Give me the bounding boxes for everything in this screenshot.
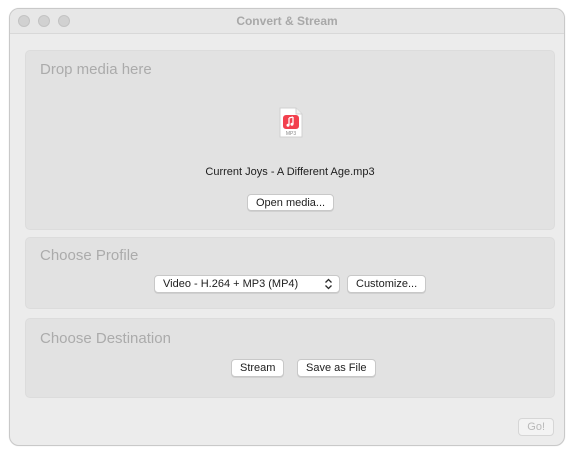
- choose-destination-heading: Choose Destination: [40, 330, 171, 347]
- profile-select[interactable]: Video - H.264 + MP3 (MP4): [154, 275, 340, 293]
- profile-select-value: Video - H.264 + MP3 (MP4): [163, 278, 299, 290]
- convert-stream-window: Convert & Stream Drop media here MP3 Cur…: [9, 8, 565, 446]
- save-as-file-button[interactable]: Save as File: [297, 359, 376, 377]
- choose-profile-heading: Choose Profile: [40, 247, 139, 264]
- drop-media-panel[interactable]: Drop media here MP3 Current Joys - A Dif…: [25, 50, 555, 230]
- file-type-label: MP3: [286, 131, 297, 137]
- go-button[interactable]: Go!: [518, 418, 554, 436]
- stream-button[interactable]: Stream: [231, 359, 285, 377]
- window-title: Convert & Stream: [236, 14, 338, 28]
- customize-button[interactable]: Customize...: [347, 275, 427, 293]
- chevron-up-down-icon: [325, 278, 332, 290]
- choose-destination-panel: Choose Destination Stream Save as File: [25, 318, 555, 398]
- file-name-label: Current Joys - A Different Age.mp3: [205, 166, 375, 178]
- open-media-button[interactable]: Open media...: [247, 194, 335, 211]
- title-bar[interactable]: Convert & Stream: [10, 9, 564, 34]
- choose-profile-panel: Choose Profile Video - H.264 + MP3 (MP4)…: [25, 237, 555, 309]
- document-icon: MP3: [279, 107, 303, 138]
- drop-media-heading: Drop media here: [40, 61, 152, 78]
- mp3-file-icon: MP3: [279, 107, 303, 138]
